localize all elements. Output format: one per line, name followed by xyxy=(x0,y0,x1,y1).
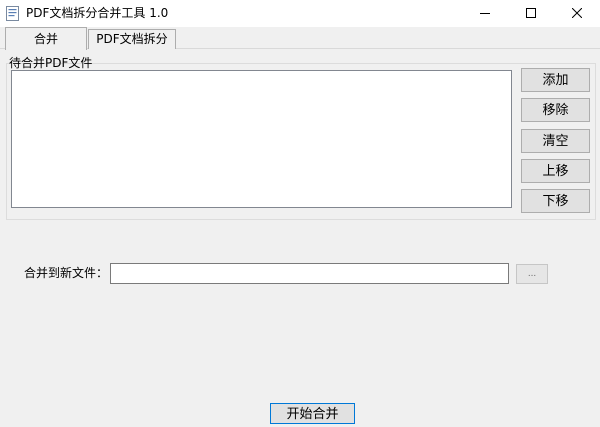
start-merge-button[interactable]: 开始合并 xyxy=(270,403,355,424)
output-file-label: 合并到新文件： xyxy=(24,266,109,280)
move-up-button[interactable]: 上移 xyxy=(521,159,590,183)
close-button[interactable] xyxy=(554,0,600,27)
window-title: PDF文档拆分合并工具 1.0 xyxy=(26,6,169,20)
maximize-button[interactable] xyxy=(508,0,554,27)
app-icon xyxy=(6,6,19,21)
title-bar[interactable]: PDF文档拆分合并工具 1.0 xyxy=(0,0,600,27)
tab-strip: 合并 PDF文档拆分 xyxy=(0,27,600,50)
minimize-button[interactable] xyxy=(462,0,508,27)
file-group-label: 待合并PDF文件 xyxy=(9,56,93,70)
close-icon xyxy=(572,8,582,18)
minimize-icon xyxy=(480,13,490,14)
tab-merge[interactable]: 合并 xyxy=(5,27,87,50)
clear-button[interactable]: 清空 xyxy=(521,129,590,153)
remove-button[interactable]: 移除 xyxy=(521,98,590,122)
add-button[interactable]: 添加 xyxy=(521,68,590,92)
move-down-button[interactable]: 下移 xyxy=(521,189,590,213)
tab-split[interactable]: PDF文档拆分 xyxy=(88,29,176,49)
browse-button[interactable]: ... xyxy=(516,264,548,284)
pdf-file-list[interactable] xyxy=(11,70,512,208)
maximize-icon xyxy=(526,8,536,18)
output-file-input[interactable] xyxy=(110,263,509,284)
